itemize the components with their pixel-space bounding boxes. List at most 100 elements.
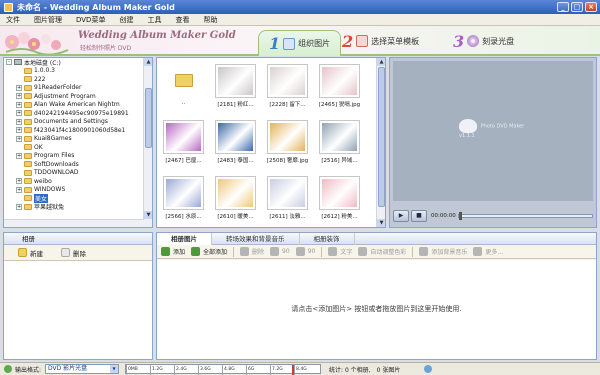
step-number: 1 <box>269 34 281 53</box>
toolbar-button[interactable]: 更多... <box>473 247 503 256</box>
menu-view[interactable]: 查看 <box>175 15 189 25</box>
expand-icon[interactable]: + <box>16 84 22 91</box>
menu-dvd-menu[interactable]: DVD菜单 <box>76 15 105 25</box>
tree-item[interactable]: +91ReaderFolder <box>4 84 144 93</box>
toolbar-icon <box>419 247 429 256</box>
expand-icon[interactable]: + <box>16 118 22 125</box>
tree-item[interactable]: OK <box>4 143 144 152</box>
step-burn-disc[interactable]: 3 刻录光盘 <box>453 29 514 53</box>
tab-transitions-music[interactable]: 转场效果和背景音乐 <box>212 233 300 245</box>
photo-thumbnail[interactable]: [2181] 粉红... <box>213 62 258 112</box>
delete-album-button[interactable]: 删除 <box>61 248 86 258</box>
photo-thumbnail[interactable]: [2610] 暖美... <box>213 174 258 224</box>
scroll-thumb[interactable] <box>145 88 152 148</box>
tree-item[interactable]: + Kuai8Games <box>4 135 144 144</box>
menu-tools[interactable]: 工具 <box>147 15 161 25</box>
grid-vertical-scrollbar[interactable]: ▲ ▼ <box>376 58 385 227</box>
photo-thumbnail[interactable]: [2566] 水原... <box>161 174 206 224</box>
toolbar-button[interactable]: 删除 <box>240 247 264 256</box>
tree-item[interactable]: + weibo <box>4 177 144 186</box>
step-organize-photos[interactable]: 1 组织图片 <box>258 30 342 56</box>
collapse-icon[interactable]: - <box>6 59 12 66</box>
photo-thumbnail[interactable]: [2508] 奢靡.jpg <box>265 118 310 168</box>
step-select-menu-template[interactable]: 2 选择菜单模板 <box>342 29 419 53</box>
tree-item[interactable]: + 苹果越狱兔 <box>4 203 144 211</box>
tree-item[interactable]: + Alan Wake American Nightm <box>4 101 144 110</box>
menu-help[interactable]: 帮助 <box>203 15 217 25</box>
stop-button[interactable]: ■ <box>411 210 427 222</box>
tab-decorations[interactable]: 相册装饰 <box>300 233 355 245</box>
toolbar-button[interactable]: 文字 <box>328 247 352 256</box>
toolbar-button[interactable]: 90 <box>270 247 290 256</box>
toolbar-button[interactable]: 90 <box>295 247 316 256</box>
expand-icon[interactable]: + <box>16 152 22 159</box>
seek-knob[interactable] <box>458 212 462 220</box>
scroll-down-arrow[interactable]: ▼ <box>377 219 385 227</box>
tree-item[interactable]: + Program Files <box>4 152 144 161</box>
folder-icon <box>24 178 32 185</box>
photo-thumbnail[interactable]: [2516] 异域... <box>317 118 362 168</box>
minimize-button[interactable]: _ <box>557 2 569 12</box>
photo-thumbnail[interactable]: [2611] 淡雅... <box>265 174 310 224</box>
expand-icon[interactable]: + <box>16 127 22 134</box>
tree-horizontal-scrollbar[interactable] <box>4 219 144 227</box>
thumbnail-caption: [2483] 泰国... <box>217 158 254 164</box>
photo-thumbnail[interactable]: [2467] 巴厘... <box>161 118 206 168</box>
folder-icon <box>24 169 32 176</box>
folder-icon <box>24 144 32 151</box>
photo-thumbnail[interactable]: [2612] 粉美... <box>317 174 362 224</box>
photo-thumbnail[interactable]: [2483] 泰国... <box>213 118 258 168</box>
tree-item[interactable]: TDDOWNLOAD <box>4 169 144 178</box>
scroll-up-arrow[interactable]: ▲ <box>144 58 152 66</box>
toolbar-button[interactable]: 添加 <box>161 247 185 256</box>
scroll-thumb[interactable] <box>378 67 385 207</box>
tree-item[interactable]: + d40242194495ec90975e19891 <box>4 109 144 118</box>
menu-image-management[interactable]: 图片管理 <box>34 15 62 25</box>
folder-icon <box>24 161 32 168</box>
expand-icon[interactable]: + <box>16 101 22 108</box>
tree-item[interactable]: SoftDownloads <box>4 160 144 169</box>
tree-item[interactable]: 美女 <box>4 193 144 203</box>
tree-vertical-scrollbar[interactable]: ▲ ▼ <box>143 58 152 227</box>
close-button[interactable]: × <box>585 2 597 12</box>
expand-icon[interactable]: + <box>16 203 22 210</box>
tree-item[interactable]: + WINDOWS <box>4 186 144 195</box>
toolbar-button[interactable]: 添加背景音乐 <box>419 247 467 256</box>
folder-tree[interactable]: - 本地磁盘 (C:) 1.0.0.3 222 +91ReaderFolder + Adju… <box>3 57 153 228</box>
expand-icon[interactable]: + <box>16 178 22 185</box>
expand-icon[interactable]: + <box>16 186 22 193</box>
toolbar-button-label: 更多... <box>485 249 504 256</box>
tree-item[interactable]: 1.0.0.3 <box>4 67 144 76</box>
maximize-button[interactable]: □ <box>571 2 583 12</box>
seek-slider[interactable] <box>457 212 593 220</box>
toolbar-button-label: 添加背景音乐 <box>431 249 468 256</box>
tree-item[interactable]: + f423041f4c1800901060d58e1 <box>4 126 144 135</box>
expand-icon[interactable]: + <box>16 93 22 100</box>
menu-file[interactable]: 文件 <box>6 15 20 25</box>
play-button[interactable]: ▶ <box>393 210 409 222</box>
tree-item[interactable]: - 本地磁盘 (C:) <box>4 58 144 67</box>
output-format-select[interactable]: DVD 影片光盘 ▼ <box>45 364 120 374</box>
photo-thumbnail[interactable]: [2465] 猊嗝.jpg <box>317 62 362 112</box>
expand-icon[interactable]: + <box>16 110 22 117</box>
tab-album-photos[interactable]: 相册图片 <box>157 233 212 245</box>
photo-drop-area[interactable]: 请点击<添加图片> 按钮或者拖放图片到这里开始使用. <box>157 260 596 359</box>
toolbar-button[interactable]: 自动调整色彩 <box>358 247 406 256</box>
content-tabs: 相册图片 转场效果和背景音乐 相册装饰 <box>157 233 596 245</box>
tree-item[interactable]: + Documents and Settings <box>4 118 144 127</box>
parent-folder-item[interactable]: .. <box>161 62 206 112</box>
expand-icon[interactable]: + <box>16 135 22 142</box>
scroll-up-arrow[interactable]: ▲ <box>377 58 385 66</box>
toolbar-button[interactable]: 全部添加 <box>191 247 227 256</box>
thumbnail-grid[interactable]: .. [2181] 粉红... [2228] 留下... [2465] 猊嗝.jpg [… <box>156 57 386 228</box>
photo-thumbnail[interactable]: [2228] 留下... <box>265 62 310 112</box>
menu-create[interactable]: 创建 <box>119 15 133 25</box>
tree-item[interactable]: + Adjustment Program <box>4 92 144 101</box>
refresh-icon[interactable] <box>424 365 433 373</box>
tree-item[interactable]: 222 <box>4 75 144 84</box>
toolbar-button-label: 90 <box>307 248 316 255</box>
new-album-button[interactable]: 新建 <box>18 248 43 258</box>
scroll-down-arrow[interactable]: ▼ <box>144 211 152 219</box>
folder-icon <box>24 118 32 125</box>
album-list[interactable] <box>4 261 152 359</box>
